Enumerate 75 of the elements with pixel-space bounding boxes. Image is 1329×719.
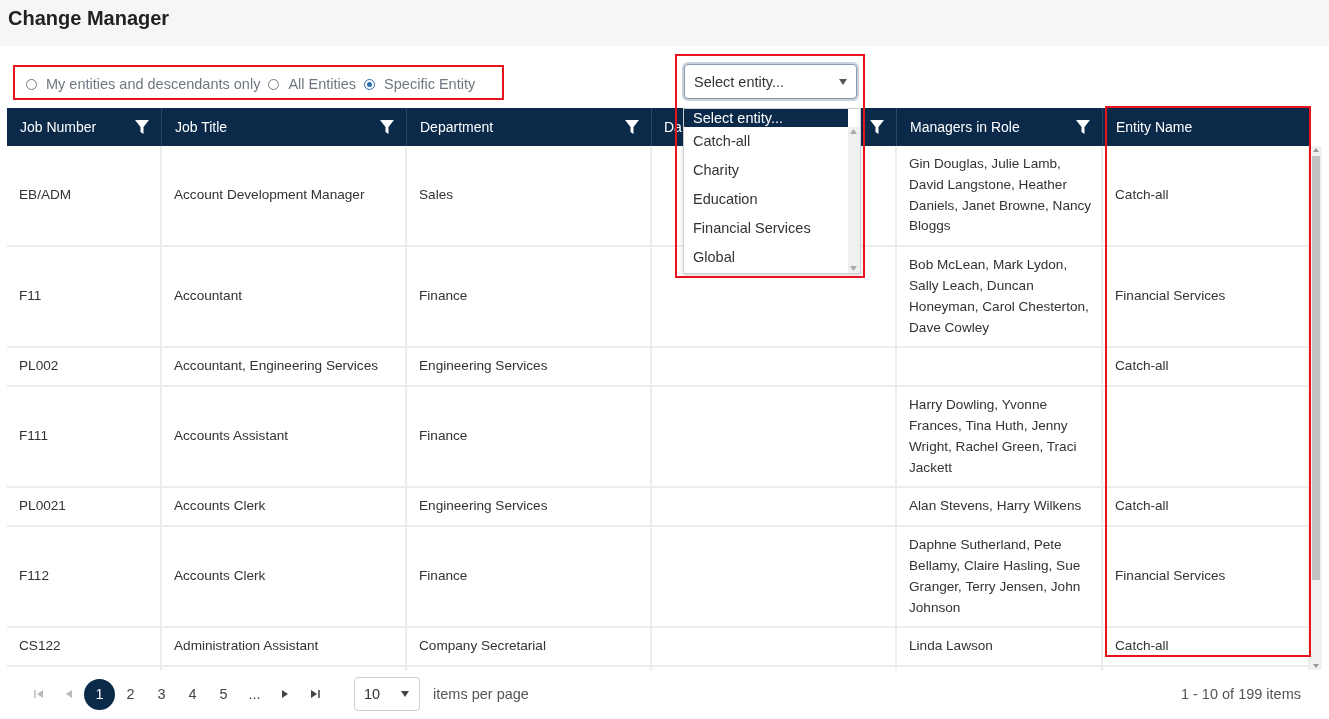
table-cell-text: Financial Services bbox=[1115, 287, 1226, 306]
table-cell-text: Catch-all bbox=[1115, 357, 1169, 376]
pager-summary: 1 - 10 of 199 items bbox=[1180, 686, 1301, 702]
table-cell-text: Catch-all bbox=[1115, 497, 1169, 516]
table-cell-text: Accountant bbox=[174, 287, 242, 306]
table-cell-text: Company Secretarial bbox=[419, 637, 546, 656]
page-button[interactable]: ... bbox=[239, 678, 270, 710]
page-button[interactable]: 4 bbox=[177, 678, 208, 710]
dropdown-option[interactable]: Education bbox=[684, 185, 848, 214]
page-button[interactable]: 5 bbox=[208, 678, 239, 710]
page-button[interactable]: 2 bbox=[115, 678, 146, 710]
table-cell-text: Finance bbox=[419, 287, 468, 306]
table-cell-text: Finance bbox=[419, 567, 468, 586]
next-page-icon[interactable] bbox=[280, 689, 290, 699]
filter-icon[interactable] bbox=[380, 119, 394, 135]
table-cell-text: Engineering Services bbox=[419, 497, 548, 516]
filter-icon[interactable] bbox=[1076, 119, 1090, 135]
page-size-label: items per page bbox=[433, 686, 529, 702]
table-cell-text: Linda Lawson bbox=[909, 637, 993, 656]
table-cell-text: Finance bbox=[419, 427, 468, 446]
first-page-icon[interactable] bbox=[34, 689, 44, 699]
caret-icon bbox=[839, 78, 847, 85]
table-cell-text: Bob McLean, Mark Lydon, Sally Leach, Duncan Honeyman, Carol Chesterton, Dave Cowley bbox=[909, 256, 1090, 337]
filter-icon[interactable] bbox=[625, 119, 639, 135]
radio-label: My entities and descendants only bbox=[46, 76, 261, 92]
page-button[interactable]: 3 bbox=[146, 678, 177, 710]
table-cell-text: F112 bbox=[19, 567, 49, 586]
dropdown-option[interactable]: Global bbox=[684, 243, 848, 272]
scroll-up-icon[interactable] bbox=[850, 129, 857, 134]
scroll-down-icon[interactable] bbox=[1313, 664, 1319, 668]
scrollbar[interactable] bbox=[848, 127, 860, 273]
table-cell-text: CS122 bbox=[19, 637, 61, 656]
entity-select[interactable]: Select entity... bbox=[684, 64, 857, 99]
caret-icon bbox=[401, 691, 409, 697]
dropdown-option[interactable]: Catch-all bbox=[684, 127, 848, 156]
table-cell-text: Harry Dowling, Yvonne Frances, Tina Huth, Jenny Wright, Rachel Green, Traci Jackett bbox=[909, 396, 1078, 477]
column-header[interactable]: Managers in Role bbox=[910, 119, 1020, 135]
scroll-up-icon[interactable] bbox=[1313, 148, 1319, 152]
previous-page-icon[interactable] bbox=[64, 689, 74, 699]
scroll-down-icon[interactable] bbox=[850, 266, 857, 271]
last-page-icon[interactable] bbox=[310, 689, 320, 699]
dropdown-option[interactable]: Select entity... bbox=[684, 109, 848, 127]
table-cell-text: Engineering Services bbox=[419, 357, 548, 376]
table-cell-text: Accountant, Engineering Services bbox=[174, 357, 379, 376]
column-header[interactable]: Department bbox=[420, 119, 494, 135]
table-cell-text: Accounts Clerk bbox=[174, 497, 266, 516]
dropdown-option[interactable]: Financial Services bbox=[684, 214, 848, 243]
page-size-select[interactable]: 10 bbox=[354, 677, 420, 711]
table-cell-text: Administration Assistant bbox=[174, 637, 319, 656]
filter-icon[interactable] bbox=[135, 119, 149, 135]
table-cell-text: F111 bbox=[19, 427, 48, 446]
page-title: Change Manager bbox=[8, 6, 170, 31]
table-cell-text: Sales bbox=[419, 186, 453, 205]
table-cell-text: Gin Douglas, Julie Lamb, David Langstone, Heather Daniels, Janet Browne, Nancy Bloggs bbox=[909, 155, 1093, 236]
table-cell-text: Account Development Manager bbox=[174, 186, 365, 205]
table-cell-text: Accounts Assistant bbox=[174, 427, 289, 446]
table-cell-text: PL002 bbox=[19, 357, 59, 376]
table-cell-text: Alan Stevens, Harry Wilkens bbox=[909, 497, 1082, 516]
table-cell-text: Catch-all bbox=[1115, 186, 1169, 205]
table-cell-text: Accounts Clerk bbox=[174, 567, 266, 586]
column-header[interactable]: Entity Name bbox=[1116, 119, 1193, 135]
table-cell-text: Financial Services bbox=[1115, 567, 1226, 586]
column-header[interactable]: Job Title bbox=[175, 119, 228, 135]
table-cell-text: F11 bbox=[19, 287, 42, 306]
radio-label: All Entities bbox=[288, 76, 357, 92]
table-cell-text: PL0021 bbox=[19, 497, 66, 516]
column-header[interactable]: Job Number bbox=[20, 119, 97, 135]
radio-label: Specific Entity bbox=[384, 76, 476, 92]
table-cell-text: Catch-all bbox=[1115, 637, 1169, 656]
filter-icon[interactable] bbox=[870, 119, 884, 135]
table-cell-text: Daphne Sutherland, Pete Bellamy, Claire Hasling, Sue Granger, Terry Jensen, John Johnson bbox=[909, 536, 1082, 617]
table-cell-text: EB/ADM bbox=[19, 186, 72, 205]
dropdown-option[interactable]: Charity bbox=[684, 156, 848, 185]
page-button[interactable]: 1 bbox=[84, 678, 115, 710]
scroll-thumb[interactable] bbox=[1312, 156, 1320, 580]
